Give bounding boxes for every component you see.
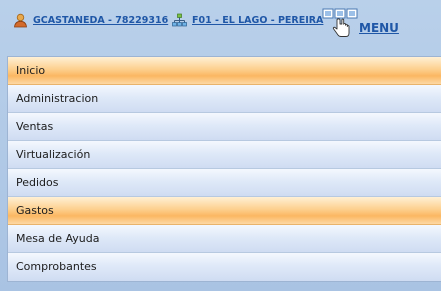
user-link-label: GCASTANEDA - 78229316 <box>33 15 169 26</box>
user-icon <box>13 13 28 28</box>
branch-link[interactable]: F01 - EL LAGO - PEREIRA <box>172 13 323 28</box>
branch-link-label: F01 - EL LAGO - PEREIRA <box>192 15 324 26</box>
menu-item-gastos[interactable]: Gastos <box>8 197 441 225</box>
top-bar: GCASTANEDA - 78229316 F01 - EL LAGO - PE… <box>0 0 441 46</box>
menu-item-mesa-de-ayuda[interactable]: Mesa de Ayuda <box>8 225 441 253</box>
network-icon <box>172 13 187 28</box>
menu-button[interactable]: MENU <box>322 8 399 38</box>
menu-item-virtualizacion[interactable]: Virtualización <box>8 141 441 169</box>
menu-item-comprobantes[interactable]: Comprobantes <box>8 253 441 281</box>
hand-pointer-menu-icon <box>322 8 358 38</box>
menu-item-ventas[interactable]: Ventas <box>8 113 441 141</box>
user-link[interactable]: GCASTANEDA - 78229316 <box>13 13 168 28</box>
menu-list: Inicio Administracion Ventas Virtualizac… <box>7 56 441 282</box>
menu-button-label: MENU <box>359 20 399 35</box>
menu-item-inicio[interactable]: Inicio <box>8 57 441 85</box>
menu-item-administracion[interactable]: Administracion <box>8 85 441 113</box>
menu-item-pedidos[interactable]: Pedidos <box>8 169 441 197</box>
